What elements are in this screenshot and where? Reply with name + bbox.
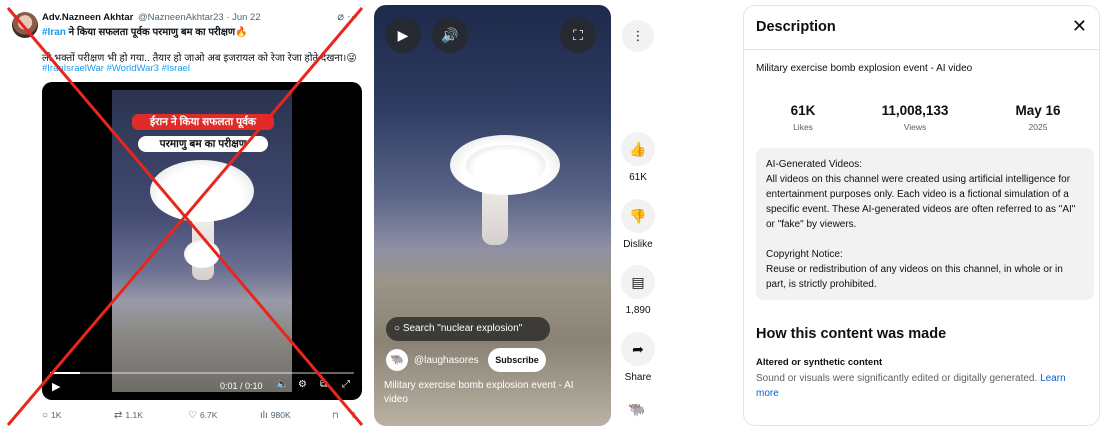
video-stats: 61K Likes 11,008,133 Views May 16 2025	[744, 103, 1099, 139]
play-button[interactable]: ▶	[385, 17, 421, 53]
tweet-card: Adv.Nazneen Akhtar @NazneenAkhtar23 · Ju…	[0, 0, 370, 431]
pip-icon[interactable]: ⧉	[320, 379, 327, 390]
author-avatar[interactable]	[12, 12, 38, 38]
play-icon: ▶	[397, 27, 409, 43]
comments-action[interactable]: ▤ 1,890	[618, 265, 658, 316]
video-progress[interactable]	[50, 372, 354, 374]
author-name[interactable]: Adv.Nazneen Akhtar	[42, 12, 133, 23]
repost-icon: ⇄	[114, 410, 123, 421]
share-action[interactable]: ➦ Share	[618, 332, 658, 383]
like-count: 61K	[629, 172, 647, 183]
description-title: Description	[756, 19, 836, 35]
views-count: 980K	[270, 410, 291, 420]
description-header: Description ✕	[744, 6, 1099, 50]
share-label: Share	[624, 372, 652, 383]
thumbs-down-icon[interactable]: 👎	[621, 199, 655, 233]
reply-icon: ○	[42, 410, 49, 421]
views-button[interactable]: ılı 980K	[260, 410, 291, 421]
search-chip[interactable]: ○ Search "nuclear explosion"	[386, 317, 550, 341]
ai-heading: AI-Generated Videos:	[766, 159, 862, 170]
more-icon[interactable]: ···	[347, 11, 358, 23]
hashtag-iran[interactable]: #Iran	[42, 27, 66, 38]
tweet-hashtags[interactable]: #IranIsraelWar #WorldWar3 #Israel	[42, 63, 190, 74]
reply-button[interactable]: ○ 1K	[42, 410, 61, 421]
stat-views-label: Views	[903, 122, 927, 132]
stat-likes-label: Likes	[793, 122, 813, 132]
copyright-heading: Copyright Notice:	[766, 249, 843, 260]
tweet-header: Adv.Nazneen Akhtar @NazneenAkhtar23 · Ju…	[42, 12, 261, 23]
tweet-body: लो भक्तों परीक्षण भी हो गया.. तैयार हो ज…	[42, 53, 357, 64]
like-action[interactable]: 👍 61K	[618, 132, 658, 183]
stat-likes-value: 61K	[790, 103, 816, 118]
grok-icon[interactable]: ⌀	[337, 11, 344, 23]
more-vertical-icon: ⋮	[631, 28, 645, 43]
like-button[interactable]: ♡ 6.7K	[188, 410, 217, 421]
dislike-label: Dislike	[623, 239, 653, 250]
search-icon: ○	[394, 323, 403, 334]
tweet-video[interactable]: ईरान ने किया सफलता पूर्वक परमाणु बम का प…	[42, 82, 362, 400]
fullscreen-icon: ⛶	[573, 27, 583, 43]
share-icon[interactable]: ➦	[621, 332, 655, 366]
sound-avatar[interactable]: 🐃	[624, 398, 650, 420]
fullscreen-icon[interactable]: ⤢	[342, 379, 350, 390]
volume-button[interactable]: 🔊	[432, 17, 468, 53]
repost-count: 1.1K	[125, 410, 143, 420]
altered-description: Sound or visuals were significantly edit…	[756, 371, 1091, 401]
close-icon[interactable]: ✕	[1072, 16, 1087, 37]
altered-text: Sound or visuals were significantly edit…	[756, 373, 1041, 384]
stat-date: May 16 2025	[983, 103, 1093, 132]
screenshot-composite: Adv.Nazneen Akhtar @NazneenAkhtar23 · Ju…	[0, 0, 1100, 431]
share-icon[interactable]: ⇧	[350, 410, 357, 421]
how-made-heading: How this content was made	[756, 326, 947, 342]
video-title: Military exercise bomb explosion event -…	[756, 63, 973, 74]
cloud-core	[466, 145, 546, 185]
volume-icon: 🔊	[441, 27, 459, 43]
heart-icon: ♡	[188, 410, 197, 421]
video-caption-2: परमाणु बम का परीक्षण	[138, 136, 268, 152]
more-options-button[interactable]: ⋮	[622, 20, 654, 52]
description-panel: Description ✕ Military exercise bomb exp…	[743, 5, 1100, 426]
channel-avatar[interactable]: 🐃	[386, 349, 408, 371]
video-progress-fill	[50, 372, 81, 374]
analytics-icon: ılı	[260, 410, 268, 421]
author-handle[interactable]: @NazneenAkhtar23 · Jun 22	[138, 12, 261, 23]
comment-count: 1,890	[625, 305, 651, 316]
stat-likes: 61K Likes	[748, 103, 858, 132]
tweet-menu: ⌀ ···	[337, 10, 358, 23]
channel-name[interactable]: @laughasores	[414, 355, 479, 366]
play-icon[interactable]: ▶	[52, 380, 60, 393]
dislike-action[interactable]: 👎 Dislike	[618, 199, 658, 250]
headline-text: ने किया सफलता पूर्वक परमाणु बम का परीक्ष…	[65, 27, 248, 38]
volume-icon[interactable]: 🔈	[276, 379, 288, 390]
short-title[interactable]: Military exercise bomb explosion event -…	[384, 379, 596, 407]
video-caption-1: ईरान ने किया सफलता पूर्वक	[132, 114, 274, 130]
bookmark-icon[interactable]: ⊓	[332, 410, 339, 421]
stat-date-year: 2025	[1028, 122, 1048, 132]
comment-icon[interactable]: ▤	[621, 265, 655, 299]
subscribe-button[interactable]: Subscribe	[488, 348, 546, 372]
copyright-text: Reuse or redistribution of any videos on…	[766, 264, 1063, 290]
tweet-headline: #Iran ने किया सफलता पूर्वक परमाणु बम का …	[42, 24, 248, 38]
short-video-player[interactable]: ▶ 🔊 ⛶ ○ Search "nuclear explosion" 🐃 @la…	[374, 5, 611, 426]
altered-heading: Altered or synthetic content	[756, 357, 883, 368]
stat-views: 11,008,133 Views	[860, 103, 970, 132]
video-controls: ▶ 0:01 / 0:10 🔈 ⚙ ⧉ ⤢	[42, 370, 362, 400]
description-text-box: AI-Generated Videos: All videos on this …	[756, 148, 1094, 300]
search-chip-text: Search "nuclear explosion"	[402, 323, 523, 334]
like-count: 6.7K	[199, 410, 218, 420]
reply-count: 1K	[51, 410, 62, 420]
fullscreen-button[interactable]: ⛶	[560, 17, 596, 53]
ai-disclaimer: All videos on this channel were created …	[766, 174, 1076, 230]
thumbs-up-icon[interactable]: 👍	[621, 132, 655, 166]
settings-icon[interactable]: ⚙	[298, 379, 307, 390]
video-time: 0:01 / 0:10	[220, 381, 263, 391]
repost-button[interactable]: ⇄ 1.1K	[114, 410, 143, 421]
stat-views-value: 11,008,133	[881, 103, 949, 118]
stat-date-value: May 16	[1015, 103, 1061, 118]
